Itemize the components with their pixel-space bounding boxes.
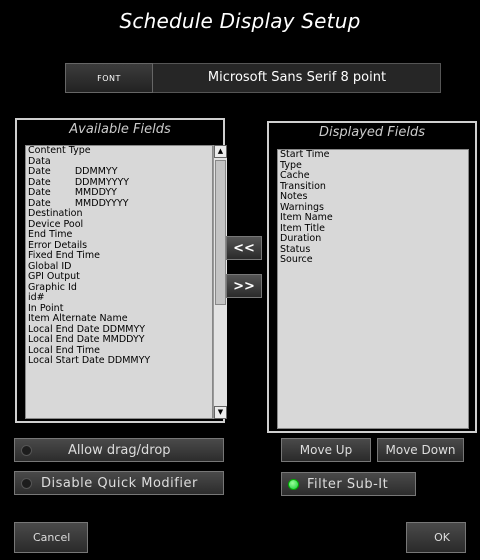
scroll-up-arrow-icon[interactable]: ▲ (214, 145, 227, 158)
list-item[interactable]: Cache (278, 170, 468, 182)
list-item[interactable]: Source (278, 254, 468, 266)
scroll-down-arrow-icon[interactable]: ▼ (214, 406, 227, 419)
cancel-button[interactable]: Cancel (14, 522, 88, 553)
disable-quick-modifier-label: Disable Quick Modifier (41, 475, 198, 491)
move-up-button[interactable]: Move Up (281, 438, 371, 462)
available-fields-title: Available Fields (69, 122, 171, 137)
displayed-fields-title: Displayed Fields (318, 125, 426, 140)
list-item[interactable]: Destination (26, 208, 212, 220)
indicator-led-icon (21, 444, 32, 456)
indicator-led-icon (288, 478, 299, 490)
indicator-led-icon (21, 477, 32, 489)
disable-quick-modifier-toggle[interactable]: Disable Quick Modifier (14, 471, 224, 495)
list-item[interactable]: Item Name (278, 212, 468, 224)
allow-drag-drop-label: Allow drag/drop (68, 442, 171, 458)
ok-button[interactable]: OK (406, 522, 466, 553)
available-fields-list[interactable]: Content Type Data Date DDMMYY Date DDMMYYYY… (25, 145, 213, 419)
list-item[interactable]: id# (26, 292, 212, 304)
available-fields-panel: Available Fields Content Type Data Date DD… (15, 118, 227, 423)
list-item[interactable]: Fixed End Time (26, 250, 212, 262)
list-item[interactable]: Notes (278, 191, 468, 203)
list-item[interactable]: Date DDMMYY (26, 166, 212, 178)
list-item[interactable]: End Time (26, 229, 212, 241)
list-item[interactable]: Date MMDDYY (26, 187, 212, 199)
move-to-displayed-button[interactable]: >> (226, 274, 262, 298)
displayed-fields-panel: Displayed Fields Start Time Type Cache Tran… (267, 121, 477, 433)
move-to-available-button[interactable]: << (226, 236, 262, 260)
filter-sub-it-toggle[interactable]: Filter Sub-It (281, 472, 416, 496)
move-down-button[interactable]: Move Down (377, 438, 464, 462)
list-item[interactable]: GPI Output (26, 271, 212, 283)
list-item[interactable]: Item Alternate Name (26, 313, 212, 325)
list-item[interactable]: Local End Date MMDDYY (26, 334, 212, 346)
allow-drag-drop-toggle[interactable]: Allow drag/drop (14, 438, 224, 462)
available-fields-scrollbar[interactable]: ▲ ▼ (213, 145, 227, 419)
displayed-fields-list[interactable]: Start Time Type Cache Transition Notes Warnin… (277, 149, 469, 429)
font-value: Microsoft Sans Serif 8 point (207, 70, 387, 85)
list-item[interactable]: Local Start Date DDMMYY (26, 355, 212, 367)
font-button[interactable]: FONT (65, 63, 153, 93)
scrollbar-thumb[interactable] (215, 160, 226, 305)
dialog-title: Schedule Display Setup (119, 9, 361, 33)
list-item[interactable]: Start Time (278, 150, 468, 161)
filter-sub-it-label: Filter Sub-It (307, 476, 389, 492)
list-item[interactable]: Content Type (26, 146, 212, 157)
list-item[interactable]: Duration (278, 233, 468, 245)
list-item[interactable]: Graphic Id (26, 282, 212, 294)
